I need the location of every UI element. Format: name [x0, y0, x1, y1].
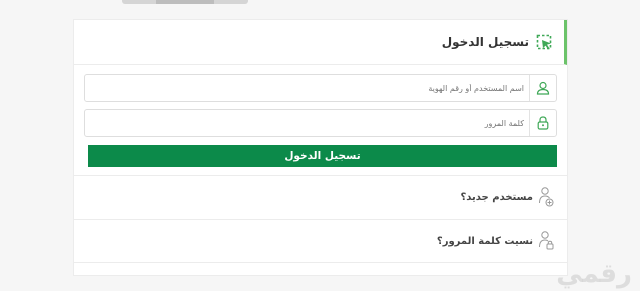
top-tab-indicator — [122, 0, 248, 4]
watermark-logo: رقمي — [556, 259, 632, 289]
new-user-label: مستخدم جديد؟ — [460, 192, 533, 203]
login-title: تسجيل الدخول — [441, 35, 529, 49]
new-user-link[interactable]: مستخدم جديد؟ — [74, 175, 567, 219]
user-lock-icon — [538, 230, 554, 252]
add-user-icon — [538, 186, 554, 208]
password-field[interactable] — [84, 109, 557, 137]
lock-icon — [529, 110, 556, 136]
login-card: تسجيل الدخول تسجيل الدخول — [73, 19, 568, 276]
forgot-password-link[interactable]: نسيت كلمة المرور؟ — [74, 219, 567, 263]
username-input[interactable] — [104, 75, 524, 101]
username-field[interactable] — [84, 74, 557, 102]
login-button[interactable]: تسجيل الدخول — [88, 145, 557, 167]
login-pointer-icon — [536, 34, 554, 52]
login-header: تسجيل الدخول — [74, 20, 567, 65]
password-input[interactable] — [104, 110, 524, 136]
forgot-password-label: نسيت كلمة المرور؟ — [436, 236, 533, 247]
user-icon — [529, 75, 556, 101]
